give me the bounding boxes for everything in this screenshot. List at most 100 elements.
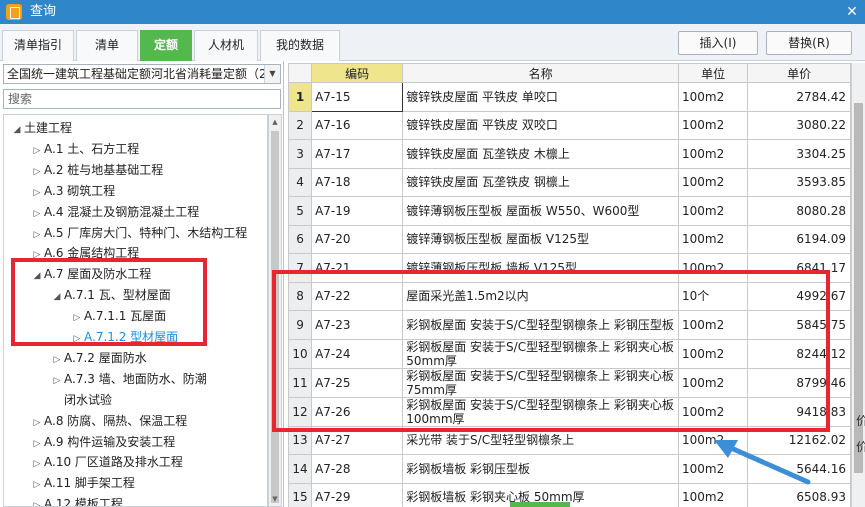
cell-price[interactable]: 5845.75: [747, 310, 851, 340]
cell-unit[interactable]: 100m2: [678, 167, 749, 197]
cell-num[interactable]: 10: [287, 338, 313, 369]
tree-item[interactable]: ▷ A.4 混凝土及钢筋混凝土工程: [30, 202, 200, 225]
cell-code[interactable]: A7-19: [311, 196, 404, 226]
scroll-up-icon[interactable]: ▲: [269, 115, 281, 129]
col-unit[interactable]: 单位: [678, 63, 749, 83]
cell-num[interactable]: 12: [287, 396, 313, 427]
collapsed-arrow-icon[interactable]: ▷: [30, 162, 44, 183]
tree-item[interactable]: ▷ A.10 厂区道路及排水工程: [30, 452, 183, 473]
table-row[interactable]: 6 A7-20 镀锌薄钢板压型板 屋面板 V125型 100m2 6194.09: [287, 224, 851, 254]
cell-num[interactable]: 11: [287, 367, 313, 398]
table-row[interactable]: 9 A7-23 彩钢板屋面 安装于S/C型轻型钢檩条上 彩钢压型板 100m2 5845…: [287, 310, 851, 340]
collapsed-arrow-icon[interactable]: ▷: [30, 496, 44, 506]
collapsed-arrow-icon[interactable]: ▷: [30, 475, 44, 496]
tab-my-data[interactable]: 我的数据: [260, 30, 340, 61]
col-price[interactable]: 单价: [747, 63, 851, 83]
expanded-arrow-icon[interactable]: ◢: [10, 120, 24, 141]
cell-code[interactable]: A7-21: [311, 253, 404, 283]
cell-name[interactable]: 彩钢板屋面 安装于S/C型轻型钢檩条上 彩钢夹心板 75mm厚: [402, 367, 680, 398]
chevron-down-icon[interactable]: ▼: [264, 65, 280, 83]
tree-item[interactable]: ◢ A.7.1 瓦、型材屋面: [50, 285, 171, 306]
tree-item[interactable]: ▷ A.7.1.2 型材屋面: [70, 327, 179, 350]
cell-price[interactable]: 8799.46: [747, 367, 851, 398]
cell-code[interactable]: A7-23: [311, 310, 404, 340]
collapsed-arrow-icon[interactable]: ▷: [70, 329, 84, 350]
insert-button[interactable]: 插入(I): [678, 31, 758, 55]
cell-num[interactable]: 1: [287, 82, 313, 112]
table-row[interactable]: 3 A7-17 镀锌铁皮屋面 瓦垄铁皮 木檩上 100m2 3304.25: [287, 139, 851, 169]
table-row[interactable]: 2 A7-16 镀锌铁皮屋面 平铁皮 双咬口 100m2 3080.22: [287, 110, 851, 140]
cell-code[interactable]: A7-26: [311, 396, 404, 427]
cell-num[interactable]: 15: [287, 482, 313, 507]
tree-item[interactable]: ▷ A.7.1.1 瓦屋面: [70, 306, 167, 329]
cell-price[interactable]: 4992.67: [747, 281, 851, 311]
cell-unit[interactable]: 100m2: [678, 82, 749, 112]
cell-name[interactable]: 采光带 装于S/C型轻型钢檩条上: [402, 425, 680, 455]
cell-unit[interactable]: 100m2: [678, 367, 749, 398]
cell-unit[interactable]: 100m2: [678, 253, 749, 283]
cell-name[interactable]: 镀锌薄钢板压型板 屋面板 W550、W600型: [402, 196, 680, 226]
cell-price[interactable]: 2784.42: [747, 82, 851, 112]
cell-num[interactable]: 13: [287, 425, 313, 455]
collapsed-arrow-icon[interactable]: ▷: [30, 454, 44, 475]
table-row[interactable]: 13 A7-27 采光带 装于S/C型轻型钢檩条上 100m2 12162.02: [287, 425, 851, 455]
cell-num[interactable]: 5: [287, 196, 313, 226]
table-row[interactable]: 10 A7-24 彩钢板屋面 安装于S/C型轻型钢檩条上 彩钢夹心板 50mm厚 10…: [287, 338, 851, 369]
cell-name[interactable]: 彩钢板屋面 安装于S/C型轻型钢檩条上 彩钢夹心板 100mm厚: [402, 396, 680, 427]
cell-num[interactable]: 14: [287, 454, 313, 484]
cell-code[interactable]: A7-29: [311, 482, 404, 507]
col-name[interactable]: 名称: [402, 63, 680, 83]
table-row[interactable]: 1 A7-15 镀锌铁皮屋面 平铁皮 单咬口 100m2 2784.42: [287, 82, 851, 112]
cell-code[interactable]: A7-22: [311, 281, 404, 311]
expanded-arrow-icon[interactable]: ◢: [50, 287, 64, 308]
cell-name[interactable]: 彩钢板屋面 安装于S/C型轻型钢檩条上 彩钢夹心板 50mm厚: [402, 338, 680, 369]
cell-price[interactable]: 8244.12: [747, 338, 851, 369]
cell-unit[interactable]: 100m2: [678, 396, 749, 427]
replace-button[interactable]: 替换(R): [766, 31, 852, 55]
cell-unit[interactable]: 100m2: [678, 139, 749, 169]
cell-num[interactable]: 3: [287, 139, 313, 169]
cell-num[interactable]: 6: [287, 224, 313, 254]
tree-item[interactable]: ◢ 土建工程: [10, 118, 72, 139]
collapsed-arrow-icon[interactable]: ▷: [50, 371, 64, 392]
tree-scrollbar-thumb[interactable]: [271, 131, 279, 503]
cell-unit[interactable]: 100m2: [678, 310, 749, 340]
cell-price[interactable]: 3593.85: [747, 167, 851, 197]
library-select[interactable]: 全国统一建筑工程基础定额河北省消耗量定额（2 ▼: [3, 64, 281, 84]
collapsed-arrow-icon[interactable]: ▷: [30, 183, 44, 204]
tree-item[interactable]: ▷ A.8 防腐、隔热、保温工程: [30, 411, 188, 434]
cell-name[interactable]: 镀锌薄钢板压型板 墙板 V125型: [402, 253, 680, 283]
scroll-down-icon[interactable]: ▼: [269, 492, 281, 506]
collapsed-arrow-icon[interactable]: ▷: [30, 204, 44, 225]
collapsed-arrow-icon[interactable]: ▷: [70, 308, 84, 329]
cell-price[interactable]: 9418.83: [747, 396, 851, 427]
collapsed-arrow-icon[interactable]: ▷: [30, 434, 44, 455]
collapsed-arrow-icon[interactable]: ▷: [30, 245, 44, 266]
cell-price[interactable]: 6841.17: [747, 253, 851, 283]
tree-item[interactable]: ◢ A.7 屋面及防水工程: [30, 264, 152, 287]
tree-item[interactable]: ▷ A.5 厂库房大门、特种门、木结构工程: [30, 223, 248, 246]
tab-bill[interactable]: 清单: [76, 30, 138, 61]
collapsed-arrow-icon[interactable]: ▷: [30, 413, 44, 434]
cell-unit[interactable]: 100m2: [678, 425, 749, 455]
table-row[interactable]: 5 A7-19 镀锌薄钢板压型板 屋面板 W550、W600型 100m2 8080.2…: [287, 196, 851, 226]
collapsed-arrow-icon[interactable]: ▷: [30, 225, 44, 246]
cell-price[interactable]: 6508.93: [747, 482, 851, 507]
tree-item[interactable]: ▷ A.12 模板工程: [30, 494, 123, 506]
cell-name[interactable]: 屋面采光盖1.5m2以内: [402, 281, 680, 311]
cell-name[interactable]: 镀锌铁皮屋面 平铁皮 双咬口: [402, 110, 680, 140]
table-row[interactable]: 7 A7-21 镀锌薄钢板压型板 墙板 V125型 100m2 6841.17: [287, 253, 851, 283]
expanded-arrow-icon[interactable]: ◢: [30, 266, 44, 287]
cell-name[interactable]: 镀锌铁皮屋面 瓦垄铁皮 钢檩上: [402, 167, 680, 197]
cell-unit[interactable]: 100m2: [678, 338, 749, 369]
table-row[interactable]: 12 A7-26 彩钢板屋面 安装于S/C型轻型钢檩条上 彩钢夹心板 100mm厚 1…: [287, 396, 851, 427]
table-row[interactable]: 4 A7-18 镀锌铁皮屋面 瓦垄铁皮 钢檩上 100m2 3593.85: [287, 167, 851, 197]
tree-item[interactable]: ▷ A.2 桩与地基基础工程: [30, 160, 164, 183]
tree-item[interactable]: ▷ A.1 土、石方工程: [30, 139, 140, 160]
horizontal-scroll-indicator[interactable]: [510, 502, 570, 507]
collapsed-arrow-icon[interactable]: ▷: [50, 350, 64, 371]
cell-price[interactable]: 12162.02: [747, 425, 851, 455]
cell-price[interactable]: 3304.25: [747, 139, 851, 169]
cell-name[interactable]: 镀锌铁皮屋面 瓦垄铁皮 木檩上: [402, 139, 680, 169]
cell-num[interactable]: 9: [287, 310, 313, 340]
